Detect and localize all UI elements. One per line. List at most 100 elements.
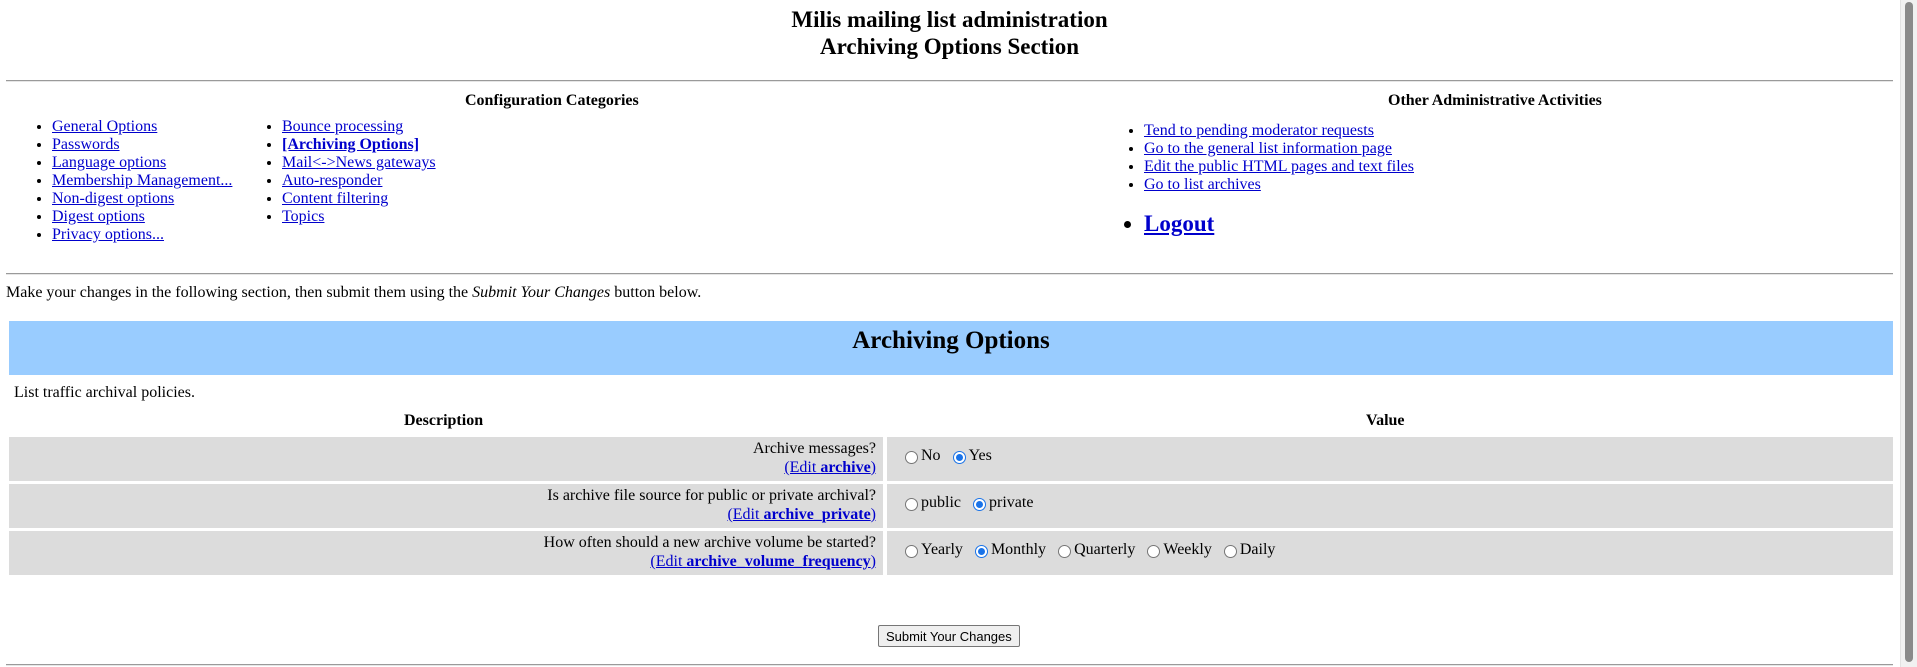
config-list-col1: General Options Passwords Language optio… [6, 118, 232, 244]
radio-frequency-daily[interactable]: Daily [1223, 541, 1276, 559]
config-link-content-filtering[interactable]: Content filtering [282, 190, 388, 207]
radio-button-selected[interactable] [952, 450, 966, 464]
submit-changes-button[interactable]: Submit Your Changes [878, 625, 1020, 647]
radio-archive-public[interactable]: public [905, 494, 961, 512]
radio-button[interactable] [1223, 544, 1237, 558]
other-activities-heading: Other Administrative Activities [1388, 92, 1602, 109]
other-item-edit-html: Edit the public HTML pages and text file… [1144, 158, 1414, 176]
link-list-archives[interactable]: Go to list archives [1144, 176, 1261, 193]
edit-link-suffix: ) [870, 459, 876, 476]
option-question: Is archive file source for public or pri… [547, 487, 876, 504]
intro-after: button below. [610, 284, 702, 301]
radio-label: private [989, 494, 1034, 511]
config-link-auto-responder[interactable]: Auto-responder [282, 172, 382, 189]
radio-frequency-monthly[interactable]: Monthly [974, 541, 1047, 559]
radio-button[interactable] [905, 544, 918, 558]
page-title: Milis mailing list administration Archiv… [6, 6, 1893, 60]
radio-button[interactable] [905, 497, 918, 511]
page-title-line2: Archiving Options Section [820, 34, 1079, 59]
page-title-line1: Milis mailing list administration [791, 7, 1108, 32]
config-link-membership-management[interactable]: Membership Management... [52, 172, 232, 189]
config-item-content-filtering: Content filtering [282, 190, 436, 208]
config-link-non-digest-options[interactable]: Non-digest options [52, 190, 174, 207]
option-value-archive: No Yes [887, 437, 1893, 481]
other-item-archives: Go to list archives [1144, 176, 1414, 194]
radio-label: public [921, 494, 961, 511]
config-item-membership-management: Membership Management... [52, 172, 232, 190]
option-row-archive: Archive messages? (Edit archive) No Yes [9, 437, 1893, 481]
radio-label: Yearly [921, 541, 963, 558]
section-banner: Archiving Options [9, 321, 1893, 375]
config-item-archiving-options: [Archiving Options] [282, 136, 436, 154]
config-link-passwords[interactable]: Passwords [52, 136, 120, 153]
radio-button[interactable] [905, 450, 918, 464]
other-item-moderator-requests: Tend to pending moderator requests [1144, 122, 1414, 140]
edit-archive-private-link[interactable]: (Edit archive_private) [727, 506, 876, 523]
edit-link-suffix: ) [870, 553, 876, 570]
edit-link-prefix: (Edit [727, 506, 764, 523]
config-link-language-options[interactable]: Language options [52, 154, 166, 171]
radio-label: Monthly [990, 541, 1047, 558]
config-link-privacy-options[interactable]: Privacy options... [52, 226, 164, 243]
page: Milis mailing list administration Archiv… [6, 0, 1893, 666]
option-value-archive-private: public private [887, 484, 1893, 528]
edit-link-prefix: (Edit [784, 459, 821, 476]
edit-link-variable: archive_volume_frequency [686, 553, 871, 570]
intro-emphasis: Submit Your Changes [472, 284, 611, 301]
radio-archive-private[interactable]: private [973, 494, 1033, 512]
config-item-bounce-processing: Bounce processing [282, 118, 436, 136]
option-description-archive-volume-frequency: How often should a new archive volume be… [9, 531, 883, 575]
config-item-non-digest-options: Non-digest options [52, 190, 232, 208]
config-item-mail-news-gateways: Mail<->News gateways [282, 154, 436, 172]
logout-list: Logout [1098, 211, 1214, 237]
edit-archive-volume-frequency-link[interactable]: (Edit archive_volume_frequency) [650, 553, 876, 570]
option-description-archive-private: Is archive file source for public or pri… [9, 484, 883, 528]
config-link-mail-news-gateways[interactable]: Mail<->News gateways [282, 154, 436, 171]
link-list-info-page[interactable]: Go to the general list information page [1144, 140, 1392, 157]
config-item-language-options: Language options [52, 154, 232, 172]
radio-label: Yes [968, 447, 992, 464]
radio-archive-yes[interactable]: Yes [952, 447, 992, 465]
option-value-archive-volume-frequency: Yearly Monthly Quarterly Weekly Daily [887, 531, 1893, 575]
column-header-value: Value [1366, 412, 1405, 429]
config-item-privacy-options: Privacy options... [52, 226, 232, 244]
config-list-col2: Bounce processing [Archiving Options] Ma… [236, 118, 436, 226]
option-question: How often should a new archive volume be… [543, 534, 876, 551]
radio-frequency-yearly[interactable]: Yearly [905, 541, 963, 559]
link-edit-html-pages[interactable]: Edit the public HTML pages and text file… [1144, 158, 1414, 175]
radio-button[interactable] [1147, 544, 1161, 558]
intro-text: Make your changes in the following secti… [6, 284, 701, 302]
config-item-general-options: General Options [52, 118, 232, 136]
scrollbar-thumb[interactable] [1905, 2, 1913, 662]
option-description-archive: Archive messages? (Edit archive) [9, 437, 883, 481]
config-link-bounce-processing[interactable]: Bounce processing [282, 118, 403, 135]
config-item-auto-responder: Auto-responder [282, 172, 436, 190]
config-link-digest-options[interactable]: Digest options [52, 208, 145, 225]
config-item-passwords: Passwords [52, 136, 232, 154]
logout-link[interactable]: Logout [1144, 211, 1214, 236]
radio-label: No [921, 447, 941, 464]
radio-label: Daily [1239, 541, 1276, 558]
divider-bottom [6, 664, 1893, 666]
radio-button-selected[interactable] [974, 544, 988, 558]
config-link-archiving-options-current[interactable]: [Archiving Options] [282, 136, 419, 153]
config-link-general-options[interactable]: General Options [52, 118, 157, 135]
radio-button[interactable] [1058, 544, 1072, 558]
section-description: List traffic archival policies. [14, 384, 195, 401]
radio-label: Weekly [1163, 541, 1212, 558]
radio-frequency-weekly[interactable]: Weekly [1147, 541, 1212, 559]
edit-archive-link[interactable]: (Edit archive) [784, 459, 876, 476]
config-link-topics[interactable]: Topics [282, 208, 324, 225]
radio-archive-no[interactable]: No [905, 447, 941, 465]
edit-link-suffix: ) [870, 506, 876, 523]
radio-button-selected[interactable] [973, 497, 986, 511]
radio-frequency-quarterly[interactable]: Quarterly [1058, 541, 1135, 559]
divider-top [6, 80, 1893, 82]
link-moderator-requests[interactable]: Tend to pending moderator requests [1144, 122, 1374, 139]
edit-link-prefix: (Edit [650, 553, 687, 570]
config-item-topics: Topics [282, 208, 436, 226]
logout-item: Logout [1144, 211, 1214, 237]
column-header-description: Description [404, 412, 484, 429]
vertical-scrollbar[interactable] [1900, 0, 1917, 667]
intro-before: Make your changes in the following secti… [6, 284, 473, 301]
